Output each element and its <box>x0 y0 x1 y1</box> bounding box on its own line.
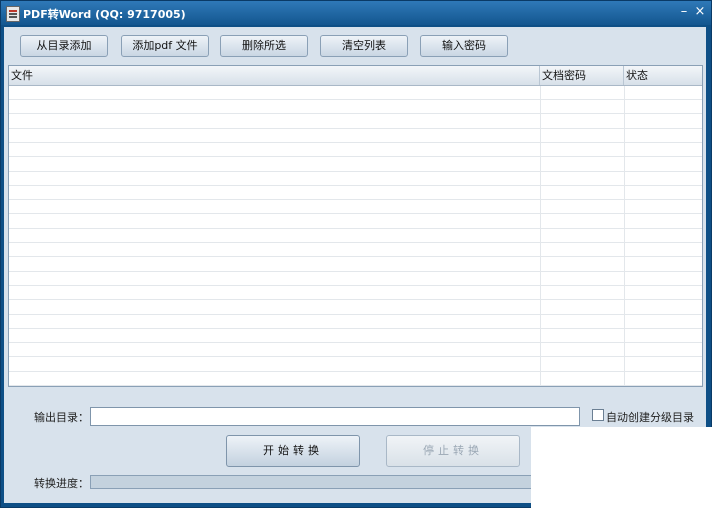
column-divider <box>540 86 541 386</box>
table-row <box>9 115 702 129</box>
table-row <box>9 143 702 158</box>
stop-convert-button[interactable]: 停止转换 <box>386 435 520 467</box>
table-row <box>9 272 702 286</box>
auto-create-dir-checkbox[interactable] <box>592 409 604 421</box>
output-dir-input[interactable] <box>90 407 580 426</box>
table-row <box>9 172 702 186</box>
column-header-file[interactable]: 文件 <box>9 66 540 85</box>
window-title: PDF转Word (QQ: 9717005) <box>23 8 186 21</box>
output-dir-label: 输出目录： <box>34 411 89 424</box>
conversion-progress-bar <box>90 475 542 489</box>
table-row <box>9 215 702 229</box>
table-row <box>9 301 702 315</box>
table-row <box>9 372 702 386</box>
table-row <box>9 329 702 344</box>
table-row <box>9 358 702 372</box>
table-row <box>9 100 702 115</box>
add-pdf-file-button[interactable]: 添加pdf 文件 <box>121 35 209 57</box>
enter-password-button[interactable]: 输入密码 <box>420 35 508 57</box>
delete-selected-button[interactable]: 删除所选 <box>220 35 308 57</box>
minimize-button[interactable]: – <box>677 4 691 20</box>
progress-label: 转换进度： <box>34 477 89 490</box>
table-row <box>9 229 702 243</box>
column-header-status[interactable]: 状态 <box>624 66 702 85</box>
table-row <box>9 200 702 215</box>
file-list[interactable]: 文件 文档密码 状态 <box>8 65 703 387</box>
table-row <box>9 286 702 301</box>
table-row <box>9 243 702 258</box>
table-row <box>9 315 702 329</box>
file-list-header: 文件 文档密码 状态 <box>9 66 702 86</box>
table-row <box>9 86 702 100</box>
table-row <box>9 343 702 358</box>
close-button[interactable]: × <box>693 4 707 20</box>
column-header-password[interactable]: 文档密码 <box>540 66 624 85</box>
table-row <box>9 129 702 143</box>
pdf-app-icon <box>6 6 20 22</box>
table-row <box>9 258 702 272</box>
table-row <box>9 158 702 172</box>
title-bar[interactable]: PDF转Word (QQ: 9717005) – × <box>1 1 711 25</box>
file-list-rows <box>9 86 702 386</box>
blank-area <box>531 427 712 508</box>
table-row <box>9 186 702 201</box>
clear-list-button[interactable]: 清空列表 <box>320 35 408 57</box>
start-convert-button[interactable]: 开始转换 <box>226 435 360 467</box>
add-from-directory-button[interactable]: 从目录添加 <box>20 35 108 57</box>
auto-create-dir-label: 自动创建分级目录 <box>606 411 694 424</box>
column-divider <box>624 86 625 386</box>
